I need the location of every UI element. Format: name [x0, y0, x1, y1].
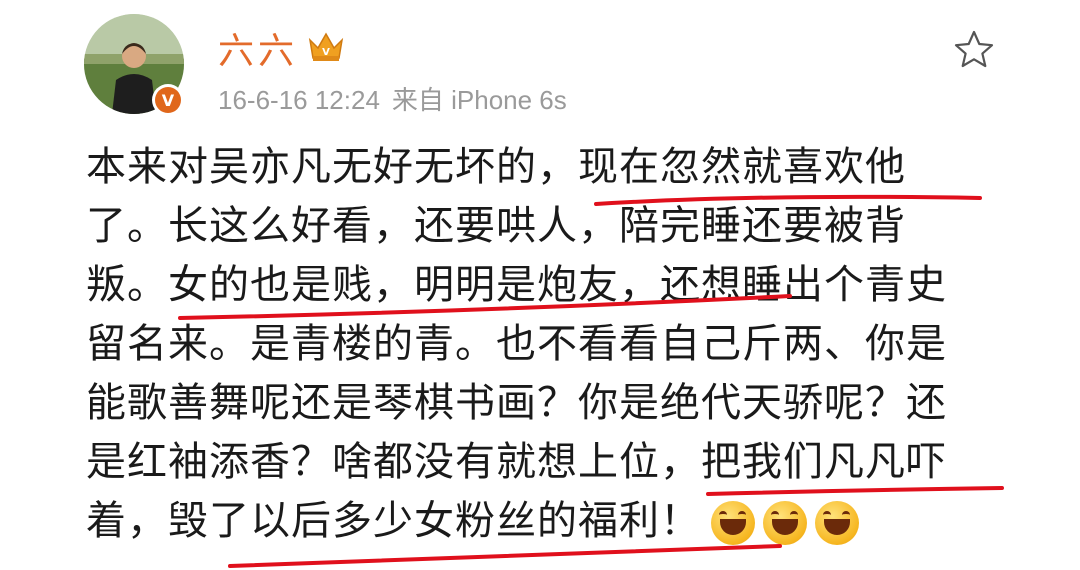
vip-crown-icon[interactable]: V — [306, 28, 346, 64]
emoji-group — [711, 501, 859, 545]
laughing-emoji — [815, 501, 859, 545]
post-line: 能歌善舞呢还是琴棋书画？你是绝代天骄呢？还 — [86, 380, 947, 426]
post-line: 本来对吴亦凡无好无坏的，现在忽然就喜欢他 — [86, 144, 906, 190]
post-line: 留名来。是青楼的青。也不看看自己斤两、你是 — [86, 321, 947, 367]
post-line: 是红袖添香？啥都没有就想上位，把我们凡凡吓 — [86, 439, 947, 485]
post-line-text: 着，毁了以后多少女粉丝的福利！ — [86, 498, 701, 544]
verified-badge: V — [152, 84, 184, 116]
laughing-emoji — [763, 501, 807, 545]
post-source[interactable]: 来自 iPhone 6s — [392, 85, 567, 115]
laughing-emoji — [711, 501, 755, 545]
star-outline-icon[interactable] — [952, 28, 996, 72]
post-line: 了。长这么好看，还要哄人，陪完睡还要被背 — [86, 203, 906, 249]
post-line: 叛。女的也是贱，明明是炮友，还想睡出个青史 — [86, 262, 947, 308]
post-content: 本来对吴亦凡无好无坏的，现在忽然就喜欢他 了。长这么好看，还要哄人，陪完睡还要被… — [86, 138, 1006, 551]
verified-v-icon: V — [155, 87, 181, 113]
post-timestamp: 16-6-16 12:24 — [218, 85, 380, 115]
post-last-line: 着，毁了以后多少女粉丝的福利！ — [86, 492, 1006, 551]
post-meta: 16-6-16 12:24 来自 iPhone 6s — [218, 80, 579, 117]
username[interactable]: 六六 — [218, 22, 298, 74]
svg-text:V: V — [322, 47, 330, 58]
